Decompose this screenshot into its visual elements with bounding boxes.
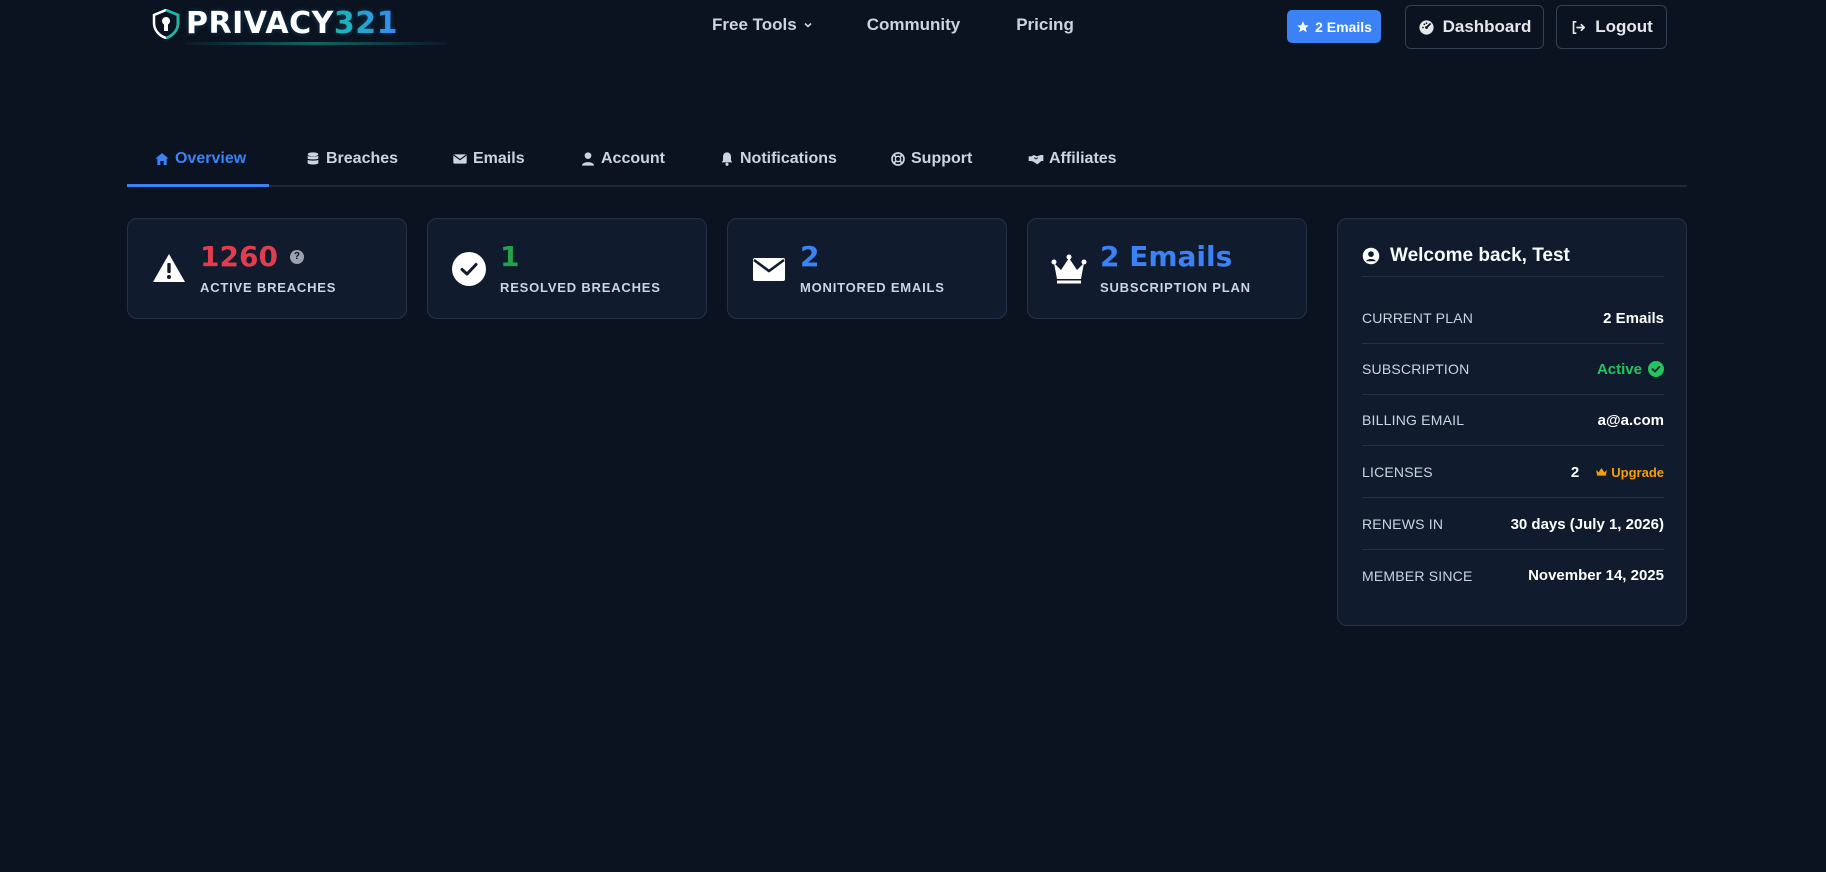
active-breaches-value: 1260 ? bbox=[200, 243, 304, 271]
logout-icon bbox=[1572, 20, 1586, 34]
crown-icon bbox=[1596, 468, 1608, 476]
home-icon bbox=[155, 153, 169, 165]
tab-overview-label: Overview bbox=[175, 150, 247, 167]
tab-support[interactable]: Support bbox=[890, 148, 972, 170]
upgrade-link[interactable]: Upgrade bbox=[1595, 465, 1664, 480]
shield-lock-icon bbox=[152, 9, 180, 39]
help-icon[interactable]: ? bbox=[289, 250, 304, 264]
panel-divider bbox=[1362, 276, 1664, 277]
subscription-plan-label: SUBSCRIPTION PLAN bbox=[1100, 280, 1251, 295]
licenses-value: 2 Upgrade bbox=[1571, 464, 1664, 481]
dashboard-tabs: Overview Breaches Emails Account Notific… bbox=[127, 144, 1687, 187]
stat-card-resolved-breaches: 1 RESOLVED BREACHES bbox=[427, 218, 707, 319]
lifering-icon bbox=[891, 152, 905, 166]
subscription-status-text: Active bbox=[1596, 360, 1642, 378]
licenses-count: 2 bbox=[1570, 463, 1580, 481]
monitored-emails-label: MONITORED EMAILS bbox=[800, 280, 945, 295]
row-key: LICENSES bbox=[1362, 464, 1433, 480]
resolved-breaches-label: RESOLVED BREACHES bbox=[500, 280, 661, 295]
tab-emails[interactable]: Emails bbox=[452, 148, 525, 170]
check-circle-icon bbox=[452, 252, 486, 286]
tab-emails-label: Emails bbox=[473, 150, 525, 167]
billing-email-value: a@a.com bbox=[1597, 411, 1664, 429]
tab-breaches[interactable]: Breaches bbox=[305, 148, 398, 170]
brand-wordmark: PRIVACY321 bbox=[186, 6, 399, 41]
nav-free-tools[interactable]: Free Tools bbox=[712, 15, 813, 35]
nav-community[interactable]: Community bbox=[867, 15, 961, 35]
chevron-down-icon bbox=[804, 22, 812, 28]
brand-logo[interactable]: PRIVACY321 bbox=[152, 6, 446, 45]
tab-breaches-label: Breaches bbox=[326, 150, 399, 167]
stat-card-active-breaches: 1260 ? ACTIVE BREACHES bbox=[127, 218, 407, 319]
row-subscription: SUBSCRIPTION Active bbox=[1362, 344, 1664, 395]
bell-icon bbox=[721, 152, 733, 166]
welcome-heading: Welcome back, Test bbox=[1362, 245, 1664, 267]
brand-underline bbox=[186, 42, 446, 45]
tab-notifications[interactable]: Notifications bbox=[719, 148, 837, 170]
resolved-breaches-count: 1 bbox=[500, 240, 520, 273]
subscription-status: Active bbox=[1597, 361, 1664, 378]
stat-card-monitored-emails: 2 MONITORED EMAILS bbox=[727, 218, 1007, 319]
active-breaches-label: ACTIVE BREACHES bbox=[200, 280, 337, 295]
upgrade-label: Upgrade bbox=[1611, 464, 1664, 480]
tab-support-label: Support bbox=[911, 150, 973, 167]
row-member-since: MEMBER SINCE November 14, 2025 bbox=[1362, 550, 1664, 601]
plan-badge-label: 2 Emails bbox=[1315, 18, 1372, 35]
logout-button[interactable]: Logout bbox=[1556, 5, 1667, 49]
row-key: SUBSCRIPTION bbox=[1362, 361, 1470, 377]
renews-in-value: 30 days (July 1, 2026) bbox=[1510, 515, 1664, 533]
handshake-icon bbox=[1028, 155, 1044, 165]
top-navbar: PRIVACY321 Free Tools Community Pricing … bbox=[0, 0, 1826, 55]
stat-card-subscription-plan: 2 Emails SUBSCRIPTION PLAN bbox=[1027, 218, 1307, 319]
row-renews-in: RENEWS IN 30 days (July 1, 2026) bbox=[1362, 499, 1664, 550]
star-icon bbox=[1297, 20, 1309, 32]
row-key: RENEWS IN bbox=[1362, 516, 1444, 532]
plan-badge-button[interactable]: 2 Emails bbox=[1287, 10, 1381, 43]
tab-affiliates-label: Affiliates bbox=[1049, 150, 1117, 167]
welcome-text: Welcome back, Test bbox=[1390, 245, 1570, 266]
account-summary-panel: Welcome back, Test CURRENT PLAN 2 Emails… bbox=[1337, 218, 1687, 626]
row-current-plan: CURRENT PLAN 2 Emails bbox=[1362, 293, 1664, 344]
row-key: CURRENT PLAN bbox=[1362, 310, 1474, 326]
tab-affiliates[interactable]: Affiliates bbox=[1028, 148, 1117, 170]
row-licenses: LICENSES 2 Upgrade bbox=[1362, 447, 1664, 498]
tab-account[interactable]: Account bbox=[580, 148, 665, 170]
check-circle-icon bbox=[1648, 361, 1664, 377]
envelope-icon bbox=[753, 258, 785, 281]
active-tab-indicator bbox=[127, 184, 269, 187]
row-billing-email: BILLING EMAIL a@a.com bbox=[1362, 395, 1664, 446]
tab-overview[interactable]: Overview bbox=[154, 148, 246, 170]
user-icon bbox=[582, 152, 594, 166]
nav-free-tools-label: Free Tools bbox=[712, 15, 797, 34]
tab-notifications-label: Notifications bbox=[740, 150, 837, 167]
main-nav: Free Tools Community Pricing bbox=[712, 15, 1074, 35]
active-breaches-count: 1260 bbox=[200, 240, 278, 273]
logout-label: Logout bbox=[1595, 17, 1653, 36]
gauge-icon bbox=[1419, 19, 1434, 35]
envelope-icon bbox=[453, 154, 467, 164]
row-key: BILLING EMAIL bbox=[1362, 412, 1465, 428]
current-plan-value: 2 Emails bbox=[1603, 309, 1664, 327]
warning-icon bbox=[153, 254, 185, 282]
crown-icon bbox=[1051, 254, 1087, 284]
nav-pricing[interactable]: Pricing bbox=[1016, 15, 1074, 35]
database-icon bbox=[307, 152, 319, 165]
row-key: MEMBER SINCE bbox=[1362, 567, 1473, 584]
dashboard-label: Dashboard bbox=[1442, 17, 1532, 36]
monitored-emails-count: 2 bbox=[800, 240, 820, 273]
user-circle-icon bbox=[1362, 247, 1380, 265]
tab-account-label: Account bbox=[601, 150, 665, 167]
subscription-plan-value: 2 Emails bbox=[1100, 240, 1233, 273]
dashboard-button[interactable]: Dashboard bbox=[1405, 5, 1544, 49]
member-since-value: November 14, 2025 bbox=[1528, 567, 1664, 584]
